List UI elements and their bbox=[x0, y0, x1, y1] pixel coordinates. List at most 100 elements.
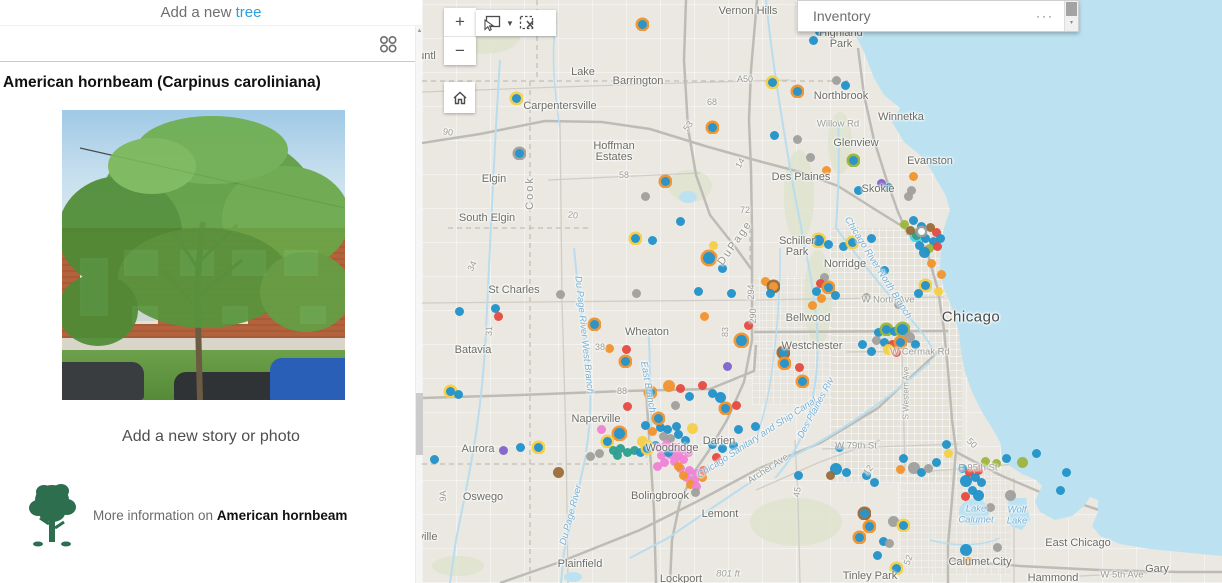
tree-point[interactable] bbox=[977, 478, 986, 487]
scrollbar-up-icon[interactable]: ▲ bbox=[416, 28, 423, 34]
sidebar-scrollbar[interactable]: ▲ bbox=[415, 26, 422, 583]
tree-point[interactable] bbox=[729, 441, 738, 450]
tree-point[interactable] bbox=[921, 281, 930, 290]
tree-point[interactable] bbox=[855, 533, 864, 542]
tree-point[interactable] bbox=[839, 242, 848, 251]
tree-point[interactable] bbox=[1002, 454, 1011, 463]
tree-point[interactable] bbox=[892, 564, 901, 573]
tree-point[interactable] bbox=[1062, 468, 1071, 477]
tree-point[interactable] bbox=[605, 344, 614, 353]
tree-point[interactable] bbox=[700, 312, 709, 321]
tree-point[interactable] bbox=[909, 216, 918, 225]
tree-point[interactable] bbox=[768, 78, 777, 87]
tree-point[interactable] bbox=[691, 488, 700, 497]
tree-point[interactable] bbox=[676, 384, 685, 393]
tree-point[interactable] bbox=[822, 166, 831, 175]
inventory-scroll-down-icon[interactable]: ▾ bbox=[1065, 19, 1078, 26]
tree-point[interactable] bbox=[674, 462, 683, 471]
tree-point[interactable] bbox=[698, 381, 707, 390]
tree-point[interactable] bbox=[936, 234, 945, 243]
tree-point[interactable] bbox=[867, 347, 876, 356]
tree-point[interactable] bbox=[873, 551, 882, 560]
tree-point[interactable] bbox=[679, 471, 688, 480]
tree-point[interactable] bbox=[603, 437, 612, 446]
add-tree-link[interactable]: tree bbox=[236, 4, 262, 21]
tree-point[interactable] bbox=[793, 135, 802, 144]
tree-point[interactable] bbox=[556, 290, 565, 299]
tree-point[interactable] bbox=[744, 321, 753, 330]
tree-point[interactable] bbox=[918, 228, 925, 235]
tree-point[interactable] bbox=[1017, 457, 1028, 468]
tree-point[interactable] bbox=[960, 544, 972, 556]
tree-point[interactable] bbox=[986, 503, 995, 512]
tree-point[interactable] bbox=[687, 423, 698, 434]
tree-point[interactable] bbox=[870, 478, 879, 487]
tree-point[interactable] bbox=[899, 454, 908, 463]
tree-point[interactable] bbox=[676, 217, 685, 226]
tree-point[interactable] bbox=[715, 392, 726, 403]
tree-point[interactable] bbox=[661, 177, 670, 186]
tree-point[interactable] bbox=[595, 449, 604, 458]
tree-point[interactable] bbox=[880, 266, 889, 275]
tree-point[interactable] bbox=[703, 252, 715, 264]
tree-point[interactable] bbox=[709, 241, 718, 250]
tree-point[interactable] bbox=[723, 362, 732, 371]
tree-point[interactable] bbox=[648, 236, 657, 245]
tree-point[interactable] bbox=[631, 234, 640, 243]
sidebar-scrollbar-thumb[interactable] bbox=[416, 393, 423, 455]
tree-point[interactable] bbox=[854, 186, 863, 195]
tree-point[interactable] bbox=[614, 428, 625, 439]
tree-point[interactable] bbox=[454, 390, 463, 399]
tree-point[interactable] bbox=[862, 293, 871, 302]
tree-point[interactable] bbox=[654, 414, 663, 423]
tree-point[interactable] bbox=[512, 94, 521, 103]
tree-point[interactable] bbox=[865, 522, 874, 531]
tree-point[interactable] bbox=[1032, 449, 1041, 458]
tree-point[interactable] bbox=[896, 338, 905, 347]
tree-point[interactable] bbox=[906, 226, 915, 235]
tree-point[interactable] bbox=[808, 301, 817, 310]
tree-point[interactable] bbox=[826, 471, 835, 480]
tree-point[interactable] bbox=[831, 291, 840, 300]
tree-point[interactable] bbox=[795, 363, 804, 372]
tree-point[interactable] bbox=[770, 131, 779, 140]
tree-point[interactable] bbox=[727, 289, 736, 298]
tree-point[interactable] bbox=[1056, 486, 1065, 495]
tree-point[interactable] bbox=[455, 307, 464, 316]
zoom-in-button[interactable]: + bbox=[444, 8, 476, 37]
tree-point[interactable] bbox=[896, 465, 905, 474]
tree-point[interactable] bbox=[653, 462, 662, 471]
tree-point[interactable] bbox=[712, 453, 721, 462]
tree-point[interactable] bbox=[899, 521, 908, 530]
tree-point[interactable] bbox=[622, 345, 631, 354]
tree-point[interactable] bbox=[718, 264, 727, 273]
tree-point[interactable] bbox=[793, 87, 802, 96]
tree-point[interactable] bbox=[914, 289, 923, 298]
tree-point[interactable] bbox=[884, 183, 893, 192]
tree-point[interactable] bbox=[904, 192, 913, 201]
tree-photo[interactable] bbox=[62, 110, 345, 400]
tree-point[interactable] bbox=[613, 451, 622, 460]
tree-point[interactable] bbox=[867, 234, 876, 243]
tree-point[interactable] bbox=[751, 422, 760, 431]
tree-point[interactable] bbox=[817, 294, 826, 303]
tree-point[interactable] bbox=[721, 404, 730, 413]
inventory-panel[interactable]: Inventory ··· ▾ bbox=[797, 0, 1079, 32]
tree-point[interactable] bbox=[621, 357, 630, 366]
zoom-out-button[interactable]: − bbox=[444, 37, 476, 65]
tree-point[interactable] bbox=[862, 471, 871, 480]
tree-point[interactable] bbox=[927, 259, 936, 268]
tree-point[interactable] bbox=[849, 156, 858, 165]
tree-point[interactable] bbox=[973, 490, 984, 501]
tree-point[interactable] bbox=[590, 320, 599, 329]
tree-point[interactable] bbox=[964, 557, 973, 566]
tree-point[interactable] bbox=[515, 149, 524, 158]
tree-point[interactable] bbox=[780, 359, 789, 368]
tree-point[interactable] bbox=[638, 20, 647, 29]
tree-point[interactable] bbox=[832, 76, 841, 85]
tree-point[interactable] bbox=[841, 81, 850, 90]
tree-point[interactable] bbox=[848, 238, 857, 247]
tree-point[interactable] bbox=[685, 392, 694, 401]
home-button[interactable] bbox=[444, 82, 475, 113]
tree-point[interactable] bbox=[860, 509, 869, 518]
